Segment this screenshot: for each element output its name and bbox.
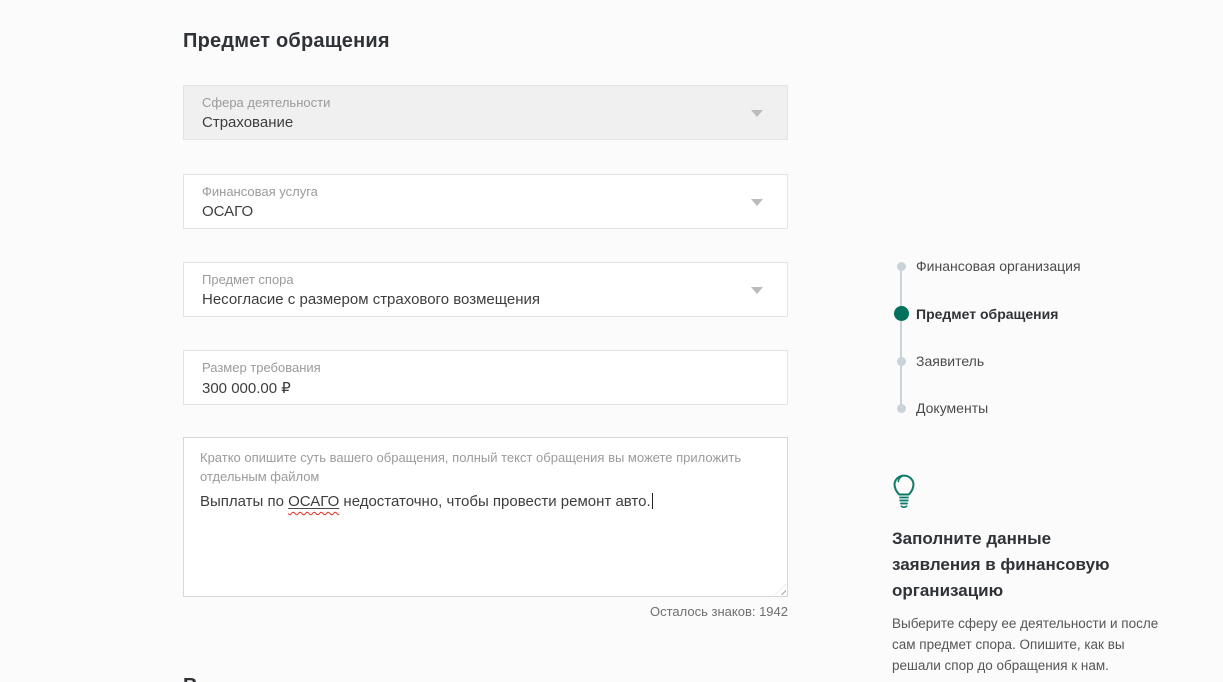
- field-value: Страхование: [202, 114, 293, 131]
- page-title: Предмет обращения: [183, 30, 390, 53]
- step-dot: [897, 357, 906, 366]
- chevron-down-icon: [751, 199, 763, 206]
- field-label: Размер требования: [202, 360, 321, 375]
- chars-remaining-counter: Осталось знаков: 1942: [183, 604, 788, 619]
- help-heading: Заполните данные заявления в финансовую …: [892, 526, 1112, 604]
- chevron-down-icon: [751, 110, 763, 117]
- field-label: Сфера деятельности: [202, 95, 330, 110]
- next-section-heading-partial: В: [183, 675, 197, 682]
- help-body-text: Выберите сферу ее деятельности и после с…: [892, 613, 1167, 676]
- field-value: 300 000.00 ₽: [202, 379, 291, 397]
- step-dot: [897, 404, 906, 413]
- field-value: Несогласие с размером страхового возмеще…: [202, 291, 540, 308]
- step-dot-active: [894, 306, 909, 321]
- step-label: Финансовая организация: [916, 258, 1081, 274]
- misspelled-word-wrap: ОСАГО: [288, 493, 339, 510]
- step-dot: [897, 262, 906, 271]
- textarea-resize-handle[interactable]: [775, 584, 786, 595]
- field-value: ОСАГО: [202, 203, 253, 220]
- sphere-of-activity-select[interactable]: Сфера деятельности Страхование: [183, 85, 788, 140]
- misspelled-word: ОСАГО: [288, 493, 339, 510]
- step-label: Заявитель: [916, 353, 984, 369]
- textarea-value: Выплаты по ОСАГО недостаточно, чтобы про…: [200, 492, 771, 512]
- textarea-placeholder-label: Кратко опишите суть вашего обращения, по…: [200, 448, 745, 486]
- chevron-down-icon: [751, 287, 763, 294]
- step-label: Документы: [916, 400, 988, 416]
- lightbulb-icon: [889, 471, 919, 516]
- value-text: Выплаты по: [200, 493, 288, 510]
- description-textarea[interactable]: Кратко опишите суть вашего обращения, по…: [183, 437, 788, 597]
- stepper-connector-line: [900, 266, 902, 408]
- financial-service-select[interactable]: Финансовая услуга ОСАГО: [183, 174, 788, 229]
- value-text: недостаточно, чтобы провести ремонт авто…: [339, 493, 650, 510]
- field-label: Предмет спора: [202, 272, 294, 287]
- claim-amount-input[interactable]: Размер требования 300 000.00 ₽: [183, 350, 788, 405]
- text-caret: [652, 493, 653, 509]
- step-label: Предмет обращения: [916, 306, 1058, 322]
- dispute-subject-select[interactable]: Предмет спора Несогласие с размером стра…: [183, 262, 788, 317]
- application-form-page: Предмет обращения Сфера деятельности Стр…: [0, 0, 1223, 682]
- field-label: Финансовая услуга: [202, 184, 318, 199]
